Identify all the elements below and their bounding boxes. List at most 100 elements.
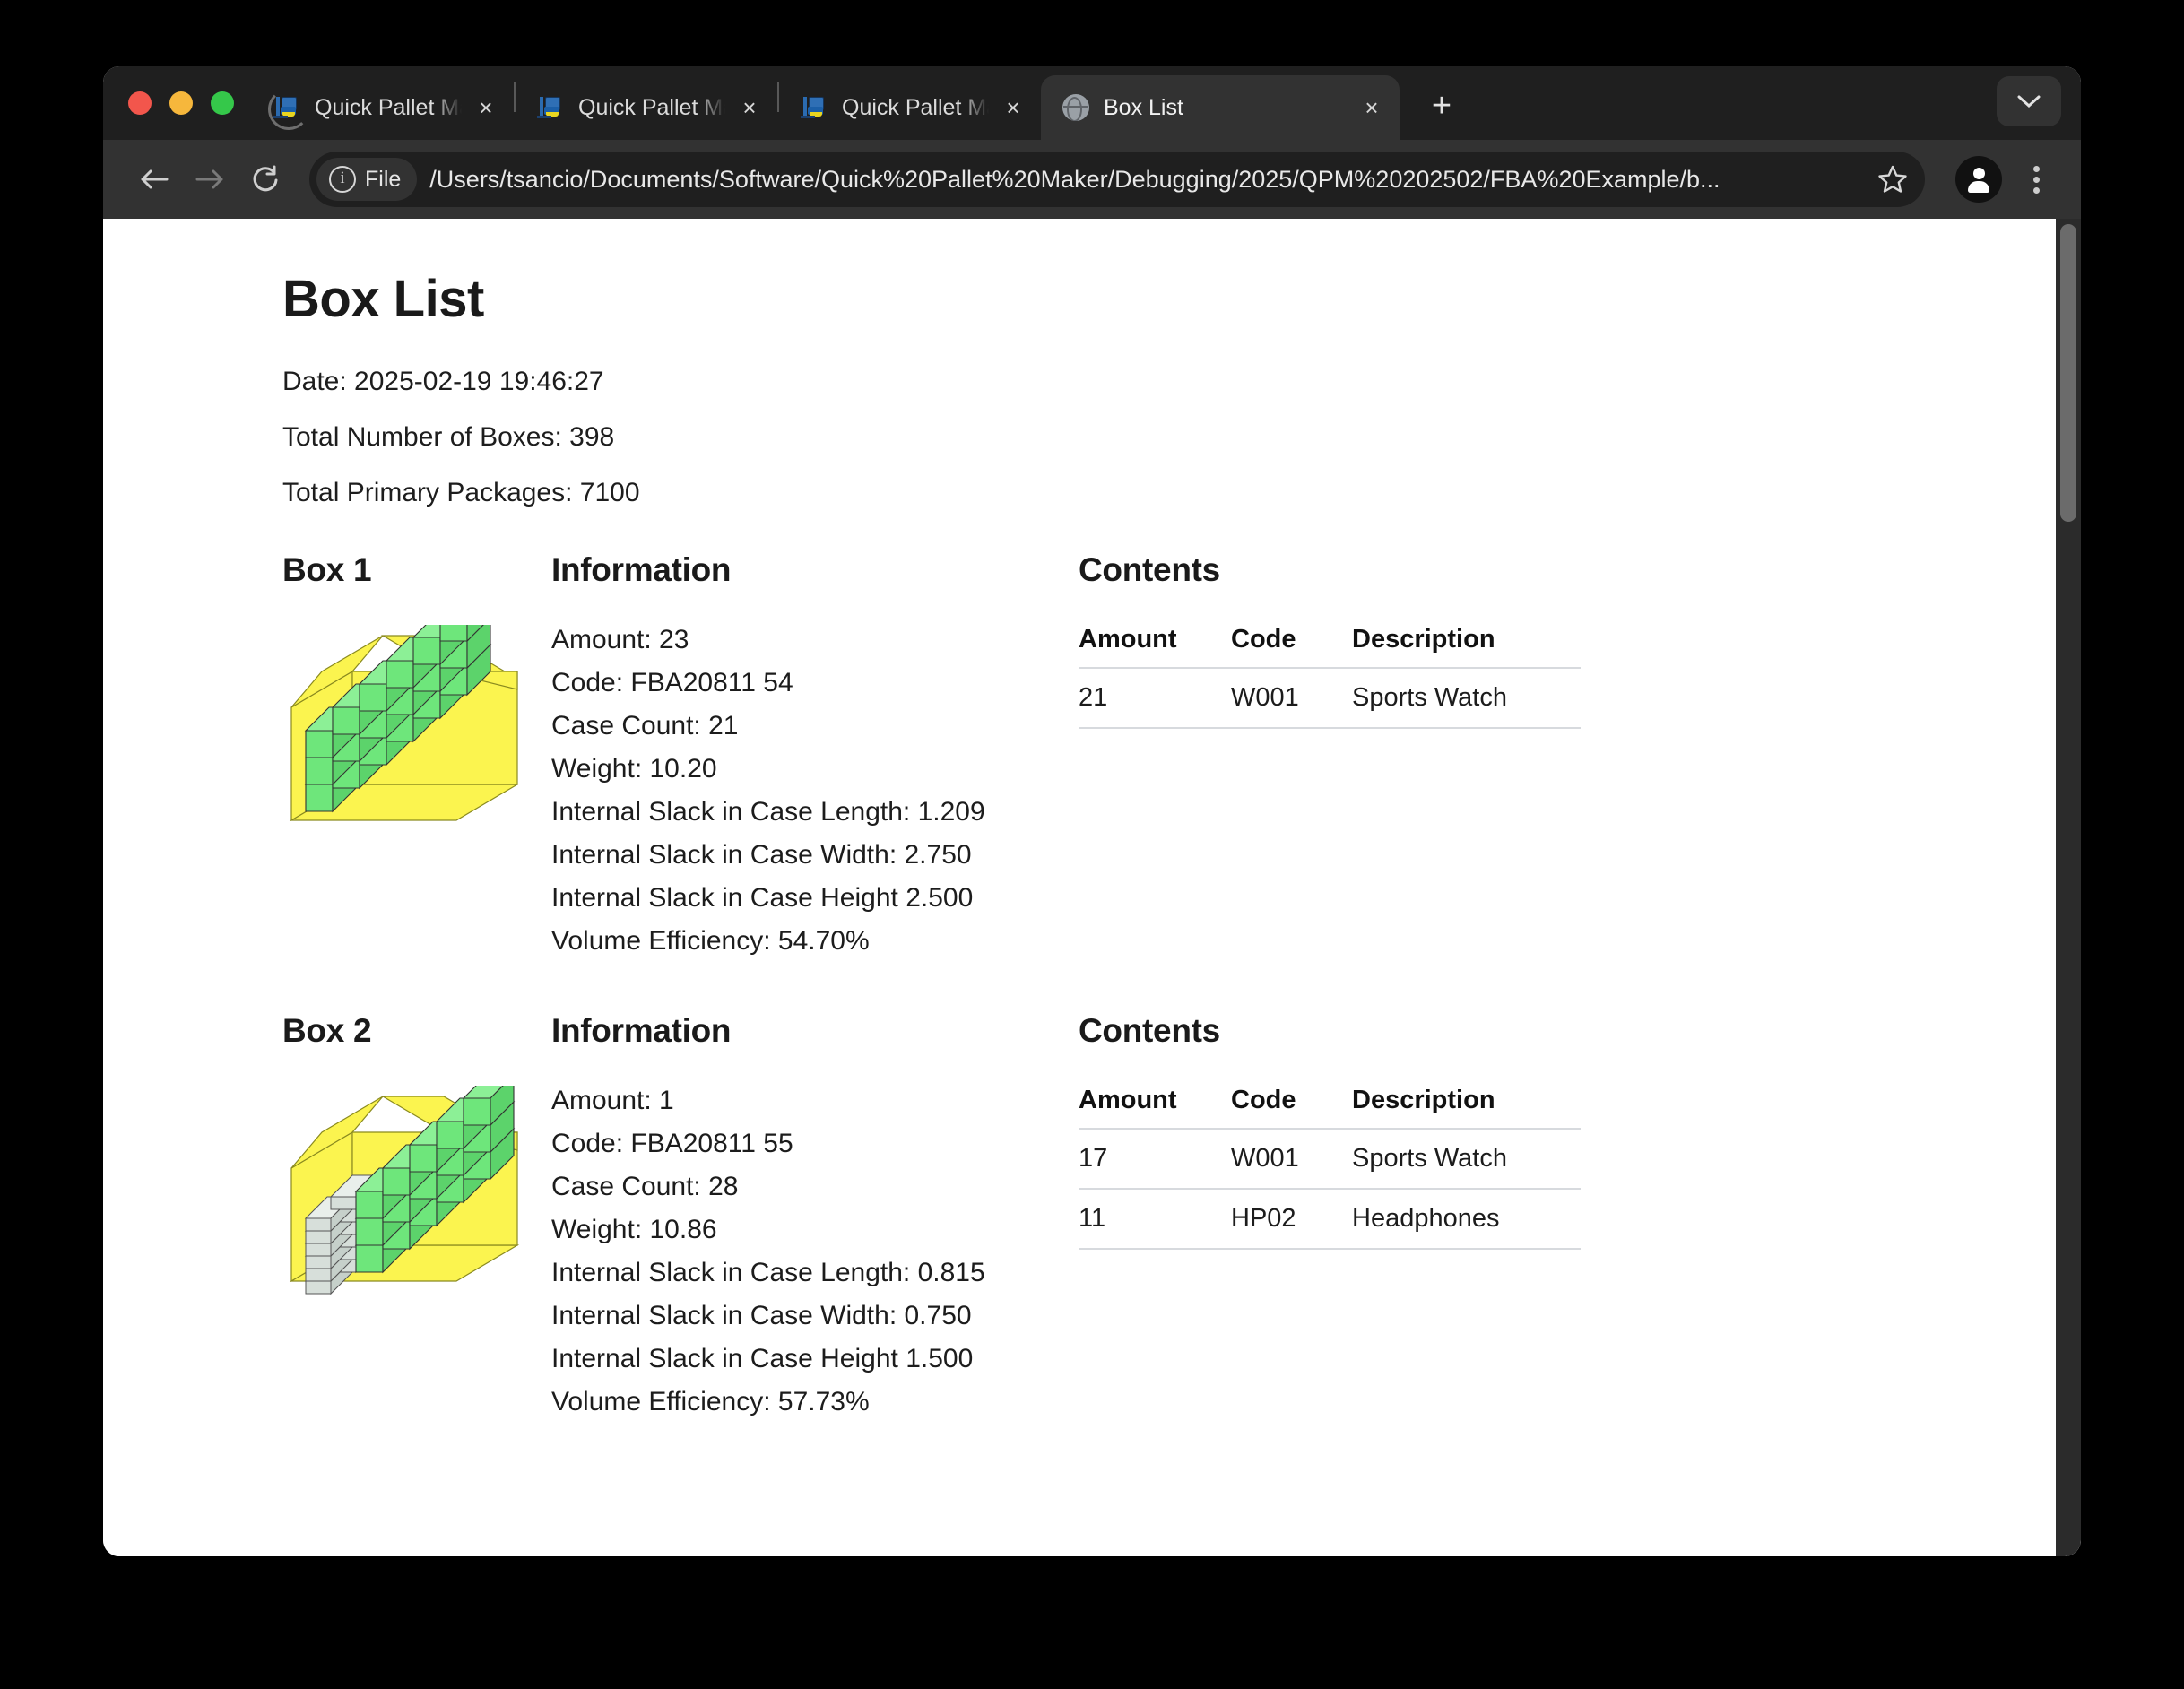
window-minimize-button[interactable] bbox=[169, 91, 193, 115]
page-content: Box List Date: 2025-02-19 19:46:27 Total… bbox=[103, 219, 2081, 1556]
box-information-column: Information Amount: 1 Code: FBA20811 55 … bbox=[551, 1012, 1053, 1430]
tab-title: Quick Pallet Maker - Loading bbox=[842, 94, 989, 120]
arrow-left-icon bbox=[141, 169, 169, 189]
box-name: Box 2 bbox=[282, 1012, 372, 1049]
bookmark-star-icon[interactable] bbox=[1869, 156, 1916, 203]
url-input[interactable]: /Users/tsancio/Documents/Software/Quick%… bbox=[417, 166, 1869, 194]
column-header-description: Description bbox=[1352, 1086, 1581, 1130]
contents-heading: Contents bbox=[1079, 1012, 1220, 1049]
page-title: Box List bbox=[282, 270, 484, 328]
info-weight: Weight: 10.20 bbox=[551, 754, 717, 784]
tab-title: Box List bbox=[1104, 94, 1183, 120]
info-amount: Amount: 23 bbox=[551, 625, 689, 654]
info-case-count: Case Count: 28 bbox=[551, 1172, 739, 1201]
info-slack-width: Internal Slack in Case Width: 0.750 bbox=[551, 1301, 972, 1330]
box-contents-column: Contents Amount Code Description bbox=[1053, 1012, 1973, 1250]
browser-tab-1[interactable]: Quick Pallet Maker Example × bbox=[252, 75, 514, 140]
browser-window: Quick Pallet Maker Example × Quick Palle… bbox=[103, 66, 2081, 1556]
box-isometric-diagram bbox=[282, 589, 551, 862]
tab-title: Quick Pallet Maker Example bbox=[578, 94, 725, 120]
box-isometric-diagram bbox=[282, 1073, 551, 1323]
info-amount: Amount: 1 bbox=[551, 1086, 674, 1115]
cell-description: Sports Watch bbox=[1352, 668, 1581, 729]
cell-description: Sports Watch bbox=[1352, 1129, 1581, 1190]
info-icon: i bbox=[329, 166, 356, 193]
cell-code: W001 bbox=[1231, 668, 1352, 729]
box-information-column: Information Amount: 23 Code: FBA20811 54… bbox=[551, 551, 1053, 969]
window-close-button[interactable] bbox=[128, 91, 152, 115]
info-slack-length: Internal Slack in Case Length: 1.209 bbox=[551, 797, 985, 827]
box-diagram-column: Box 2 bbox=[282, 1012, 551, 1323]
table-row: 21 W001 Sports Watch bbox=[1079, 668, 1581, 729]
total-packages-line: Total Primary Packages: 7100 bbox=[282, 478, 640, 507]
table-row: 11 HP02 Headphones bbox=[1079, 1189, 1581, 1250]
box-diagram-column: Box 1 bbox=[282, 551, 551, 862]
contents-table: Amount Code Description 21 W001 Sports W… bbox=[1079, 625, 1581, 729]
table-row: 17 W001 Sports Watch bbox=[1079, 1129, 1581, 1190]
page-viewport: Box List Date: 2025-02-19 19:46:27 Total… bbox=[103, 219, 2081, 1556]
tab-list: Quick Pallet Maker Example × Quick Palle… bbox=[252, 66, 1997, 140]
table-header-row: Amount Code Description bbox=[1079, 625, 1581, 669]
info-slack-length: Internal Slack in Case Length: 0.815 bbox=[551, 1258, 985, 1287]
info-slack-height: Internal Slack in Case Height 1.500 bbox=[551, 1344, 974, 1373]
contents-heading: Contents bbox=[1079, 551, 1220, 588]
column-header-amount: Amount bbox=[1079, 625, 1231, 669]
box-section-2: Box 2 Information Amount: 1 Code: FBA208… bbox=[282, 1012, 1973, 1430]
browser-menu-button[interactable] bbox=[2013, 156, 2059, 203]
information-heading: Information bbox=[551, 551, 732, 588]
browser-tab-2[interactable]: Quick Pallet Maker Example × bbox=[516, 75, 777, 140]
info-volume-efficiency: Volume Efficiency: 57.73% bbox=[551, 1387, 870, 1416]
forklift-icon bbox=[535, 92, 566, 123]
info-code: Code: FBA20811 55 bbox=[551, 1129, 793, 1158]
info-volume-efficiency: Volume Efficiency: 54.70% bbox=[551, 926, 870, 956]
contents-table: Amount Code Description 17 W001 Sports W… bbox=[1079, 1086, 1581, 1250]
chevron-down-icon bbox=[2017, 95, 2041, 108]
back-button[interactable] bbox=[126, 152, 182, 207]
reload-icon bbox=[253, 165, 278, 192]
total-boxes-line: Total Number of Boxes: 398 bbox=[282, 422, 615, 452]
information-heading: Information bbox=[551, 1012, 732, 1049]
window-maximize-button[interactable] bbox=[211, 91, 234, 115]
tab-title: Quick Pallet Maker Example bbox=[315, 94, 462, 120]
info-weight: Weight: 10.86 bbox=[551, 1215, 717, 1244]
forklift-icon bbox=[268, 89, 309, 130]
tab-close-icon[interactable]: × bbox=[471, 92, 501, 123]
column-header-amount: Amount bbox=[1079, 1086, 1231, 1130]
info-code: Code: FBA20811 54 bbox=[551, 668, 793, 697]
cell-amount: 11 bbox=[1079, 1189, 1231, 1250]
column-header-description: Description bbox=[1352, 625, 1581, 669]
cell-code: W001 bbox=[1231, 1129, 1352, 1190]
forklift-icon bbox=[799, 92, 829, 123]
profile-avatar[interactable] bbox=[1955, 156, 2002, 203]
cell-code: HP02 bbox=[1231, 1189, 1352, 1250]
tabstrip-right-controls bbox=[1997, 66, 2081, 140]
new-tab-button[interactable]: + bbox=[1414, 79, 1469, 134]
info-case-count: Case Count: 21 bbox=[551, 711, 739, 741]
globe-icon bbox=[1061, 92, 1091, 123]
site-info-chip[interactable]: i File bbox=[316, 158, 418, 201]
cell-amount: 21 bbox=[1079, 668, 1231, 729]
browser-tab-3[interactable]: Quick Pallet Maker - Loading × bbox=[779, 75, 1041, 140]
tab-close-icon[interactable]: × bbox=[734, 92, 765, 123]
address-bar[interactable]: i File /Users/tsancio/Documents/Software… bbox=[309, 152, 1925, 207]
box-name: Box 1 bbox=[282, 551, 372, 588]
table-header-row: Amount Code Description bbox=[1079, 1086, 1581, 1130]
tab-search-button[interactable] bbox=[1997, 76, 2061, 126]
info-slack-height: Internal Slack in Case Height 2.500 bbox=[551, 883, 974, 913]
page-scrollbar-thumb[interactable] bbox=[2060, 224, 2076, 522]
tab-close-icon[interactable]: × bbox=[1356, 92, 1387, 123]
box-section-1: Box 1 Information Amount: 23 Code: FBA20… bbox=[282, 551, 1973, 969]
cell-amount: 17 bbox=[1079, 1129, 1231, 1190]
arrow-right-icon bbox=[195, 169, 223, 189]
reload-button[interactable] bbox=[238, 152, 293, 207]
column-header-code: Code bbox=[1231, 1086, 1352, 1130]
column-header-code: Code bbox=[1231, 625, 1352, 669]
tab-close-icon[interactable]: × bbox=[998, 92, 1028, 123]
browser-tab-box-list[interactable]: Box List × bbox=[1041, 75, 1400, 140]
forward-button[interactable] bbox=[182, 152, 238, 207]
date-line: Date: 2025-02-19 19:46:27 bbox=[282, 367, 604, 396]
file-chip-label: File bbox=[365, 166, 402, 192]
info-slack-width: Internal Slack in Case Width: 2.750 bbox=[551, 840, 972, 870]
browser-toolbar: i File /Users/tsancio/Documents/Software… bbox=[103, 140, 2081, 219]
page-scrollbar[interactable] bbox=[2056, 219, 2081, 1556]
